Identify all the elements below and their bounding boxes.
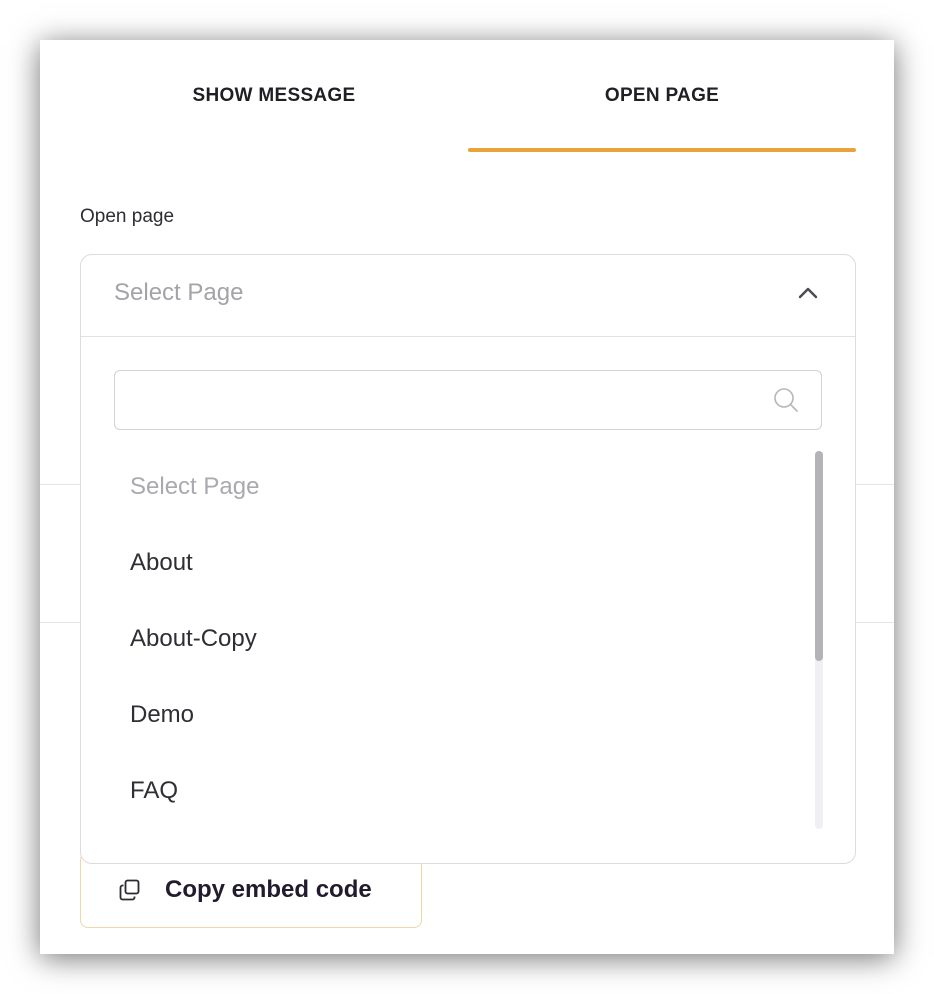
options-scrollbar-thumb[interactable] bbox=[815, 451, 823, 661]
open-page-label: Open page bbox=[80, 206, 175, 227]
option-select-page[interactable]: Select Page bbox=[130, 473, 259, 501]
active-tab-indicator bbox=[468, 148, 856, 152]
copy-icon bbox=[119, 879, 141, 901]
embed-settings-panel: SHOW MESSAGE OPEN PAGE Open page Copy em… bbox=[40, 40, 894, 954]
page-select-trigger[interactable]: Select Page bbox=[81, 255, 855, 337]
page-select-placeholder: Select Page bbox=[114, 279, 244, 306]
page-select-dropdown: Select Page Select Page About About-Copy… bbox=[80, 254, 856, 864]
option-about-copy[interactable]: About-Copy bbox=[130, 625, 257, 653]
search-icon bbox=[772, 386, 800, 414]
tab-bar: SHOW MESSAGE OPEN PAGE bbox=[80, 40, 856, 152]
option-about[interactable]: About bbox=[130, 549, 193, 577]
option-demo[interactable]: Demo bbox=[130, 701, 194, 729]
tab-show-message[interactable]: SHOW MESSAGE bbox=[80, 40, 468, 152]
option-faq[interactable]: FAQ bbox=[130, 777, 178, 805]
chevron-up-icon bbox=[797, 285, 819, 301]
tab-open-page-label: OPEN PAGE bbox=[604, 85, 720, 106]
page-search-input[interactable] bbox=[114, 370, 822, 430]
copy-embed-code-label: Copy embed code bbox=[165, 876, 372, 903]
options-scrollbar[interactable] bbox=[815, 451, 823, 829]
tab-show-message-label: SHOW MESSAGE bbox=[192, 85, 356, 106]
tab-open-page[interactable]: OPEN PAGE bbox=[468, 40, 856, 152]
page-options-list: Select Page About About-Copy Demo FAQ bbox=[81, 451, 855, 841]
